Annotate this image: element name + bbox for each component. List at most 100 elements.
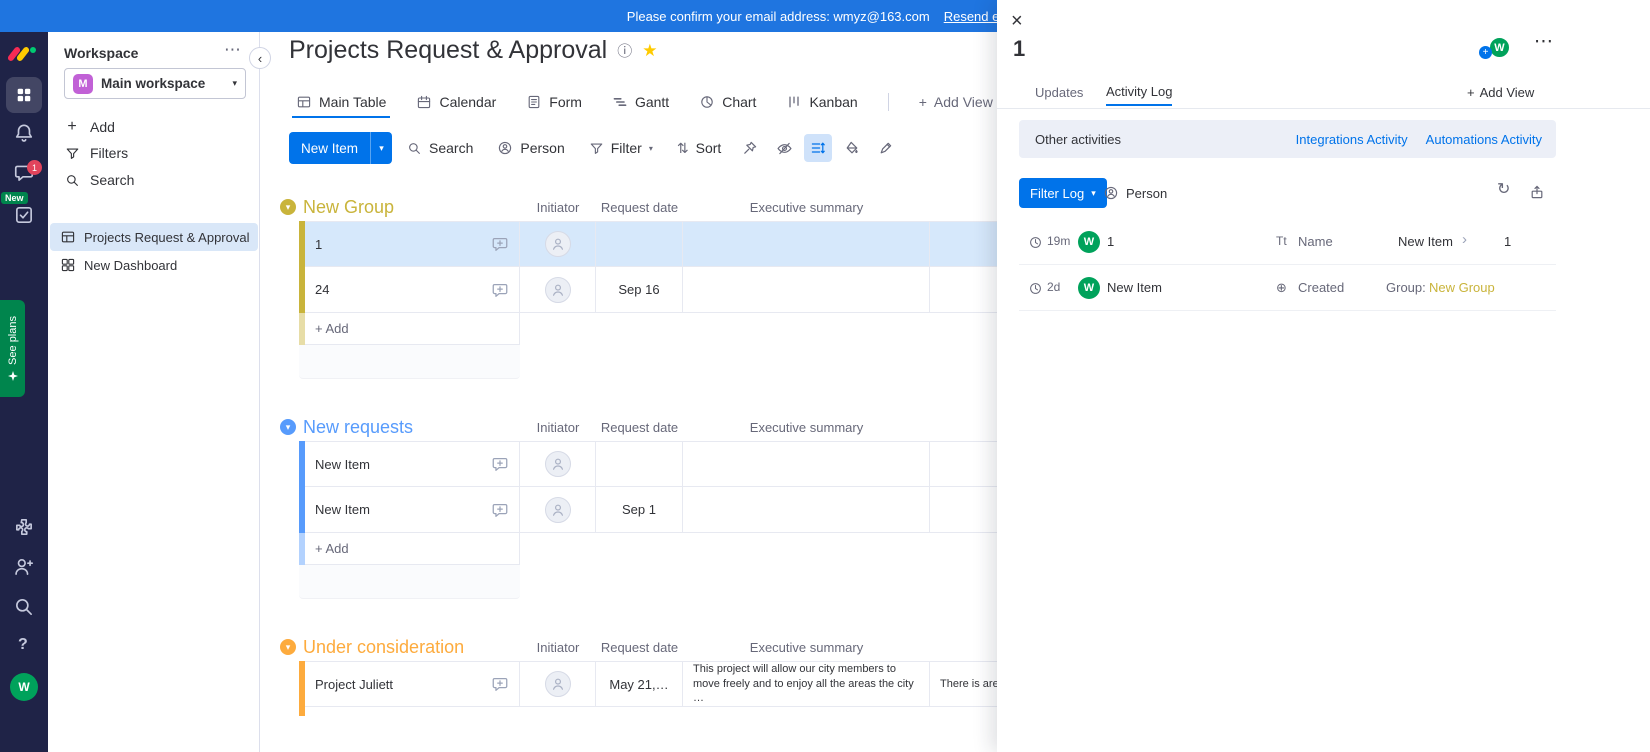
request-date-cell[interactable]: Sep 1	[596, 487, 683, 533]
collapse-sidebar-button[interactable]: ‹	[249, 47, 271, 69]
new-item-chevron-icon[interactable]: ▾	[370, 132, 393, 164]
group-title[interactable]: New requests	[303, 416, 413, 438]
sort-button[interactable]: ⇅ Sort	[668, 132, 730, 164]
tab-kanban[interactable]: Kanban	[786, 86, 858, 118]
help-icon[interactable]: ?	[18, 636, 28, 654]
column-header-initiator[interactable]: Initiator	[520, 640, 596, 655]
tab-main-table[interactable]: Main Table	[291, 86, 391, 118]
add-button[interactable]: + Add	[64, 114, 246, 140]
monday-logo-icon[interactable]	[6, 44, 37, 64]
my-work-checkbox-icon[interactable]	[13, 204, 35, 226]
item-name-cell[interactable]: 24	[305, 267, 520, 313]
workspace-selector[interactable]: M Main workspace ▾	[64, 68, 246, 99]
conversation-bubble-icon[interactable]	[491, 675, 509, 693]
sidebar-item-dashboard[interactable]: New Dashboard	[50, 251, 258, 279]
automations-activity-link[interactable]: Automations Activity	[1426, 132, 1542, 147]
user-avatar[interactable]: W	[10, 673, 38, 701]
executive-summary-cell[interactable]	[683, 487, 930, 533]
see-plans-tab[interactable]: See plans	[0, 300, 25, 397]
column-header-request-date[interactable]: Request date	[596, 420, 683, 435]
person-filter-button[interactable]: Person	[488, 132, 573, 164]
column-header-executive-summary[interactable]: Executive summary	[683, 640, 930, 655]
item-name-cell[interactable]: New Item	[305, 487, 520, 533]
initiator-cell[interactable]	[520, 221, 596, 267]
conversation-bubble-icon[interactable]	[491, 501, 509, 519]
tab-activity-log[interactable]: Activity Log	[1106, 78, 1173, 106]
column-header-executive-summary[interactable]: Executive summary	[683, 200, 930, 215]
board-title[interactable]: Projects Request & Approval	[289, 36, 607, 65]
column-header-initiator[interactable]: Initiator	[520, 200, 596, 215]
search-toolbar-button[interactable]: Search	[398, 132, 482, 164]
executive-summary-cell[interactable]	[683, 441, 930, 487]
color-bucket-icon[interactable]	[838, 134, 866, 162]
request-date-cell[interactable]	[596, 221, 683, 267]
activity-group-name[interactable]: New Group	[1429, 280, 1495, 295]
global-search-icon[interactable]	[13, 596, 35, 618]
tab-updates[interactable]: Updates	[1035, 78, 1083, 106]
filter-button[interactable]: Filter ▾	[580, 132, 662, 164]
customize-pen-icon[interactable]	[872, 134, 900, 162]
sidebar-item-board[interactable]: Projects Request & Approval	[50, 223, 258, 251]
pin-icon[interactable]	[736, 134, 764, 162]
item-name-cell[interactable]: Project Juliett	[305, 661, 520, 707]
column-header-executive-summary[interactable]: Executive summary	[683, 420, 930, 435]
column-header-initiator[interactable]: Initiator	[520, 420, 596, 435]
workspace-menu-dots-icon[interactable]: ⋯	[224, 40, 241, 60]
add-view-button[interactable]: + Add View	[919, 86, 993, 118]
export-icon[interactable]	[1529, 184, 1545, 200]
filters-button[interactable]: Filters	[64, 140, 246, 166]
notifications-bell-icon[interactable]	[13, 122, 35, 144]
item-menu-dots-icon[interactable]: ⋯	[1534, 30, 1553, 53]
activity-user-avatar[interactable]: W	[1078, 277, 1100, 299]
search-button[interactable]: Search	[64, 167, 246, 193]
integrations-activity-link[interactable]: Integrations Activity	[1296, 132, 1408, 147]
initiator-cell[interactable]	[520, 487, 596, 533]
conversation-bubble-icon[interactable]	[491, 281, 509, 299]
refresh-icon[interactable]: ↻	[1497, 182, 1510, 198]
table-row-partial[interactable]	[299, 707, 520, 716]
boards-grid-icon[interactable]	[6, 77, 42, 113]
request-date-cell[interactable]: May 21,…	[596, 661, 683, 707]
new-item-button[interactable]: New Item ▾	[289, 132, 393, 164]
add-item-row[interactable]: + Add	[299, 533, 520, 565]
close-icon[interactable]: ×	[1011, 10, 1023, 33]
executive-summary-cell[interactable]	[683, 221, 930, 267]
conversation-bubble-icon[interactable]	[491, 455, 509, 473]
marketplace-puzzle-icon[interactable]	[13, 516, 35, 538]
item-owner-avatar[interactable]: W	[1488, 36, 1511, 59]
tab-gantt[interactable]: Gantt	[612, 86, 669, 118]
item-height-icon[interactable]	[804, 134, 833, 162]
column-header-request-date[interactable]: Request date	[596, 200, 683, 215]
request-date-cell[interactable]	[596, 441, 683, 487]
request-date-cell[interactable]: Sep 16	[596, 267, 683, 313]
initiator-cell[interactable]	[520, 661, 596, 707]
executive-summary-cell[interactable]: This project will allow our city members…	[683, 661, 930, 707]
person-filter-button[interactable]: Person	[1103, 178, 1167, 208]
favorite-star-icon[interactable]: ★	[642, 41, 657, 61]
initiator-cell[interactable]	[520, 441, 596, 487]
activity-item-name[interactable]: New Item	[1107, 280, 1162, 295]
group-title[interactable]: New Group	[303, 196, 394, 218]
item-title[interactable]: 1	[1013, 36, 1025, 62]
item-name-cell[interactable]: 1	[305, 221, 520, 267]
panel-add-view-button[interactable]: + Add View	[1467, 78, 1534, 106]
add-assignee-icon[interactable]: +	[1479, 46, 1492, 59]
initiator-cell[interactable]	[520, 267, 596, 313]
column-header-request-date[interactable]: Request date	[596, 640, 683, 655]
conversation-bubble-icon[interactable]	[491, 235, 509, 253]
group-collapse-icon[interactable]: ▾	[280, 199, 296, 215]
activity-item-name[interactable]: 1	[1107, 234, 1114, 249]
tab-calendar[interactable]: Calendar	[416, 86, 496, 118]
group-collapse-icon[interactable]: ▾	[280, 419, 296, 435]
filter-log-button[interactable]: Filter Log ▾	[1019, 178, 1107, 208]
invite-members-icon[interactable]	[13, 556, 35, 578]
hidden-columns-eye-icon[interactable]	[770, 134, 798, 162]
activity-user-avatar[interactable]: W	[1078, 231, 1100, 253]
tab-form[interactable]: Form	[526, 86, 582, 118]
group-collapse-icon[interactable]: ▾	[280, 639, 296, 655]
group-title[interactable]: Under consideration	[303, 636, 464, 658]
executive-summary-cell[interactable]	[683, 267, 930, 313]
info-icon[interactable]: ⓘ	[617, 40, 632, 61]
item-name-cell[interactable]: New Item	[305, 441, 520, 487]
tab-chart[interactable]: Chart	[699, 86, 756, 118]
